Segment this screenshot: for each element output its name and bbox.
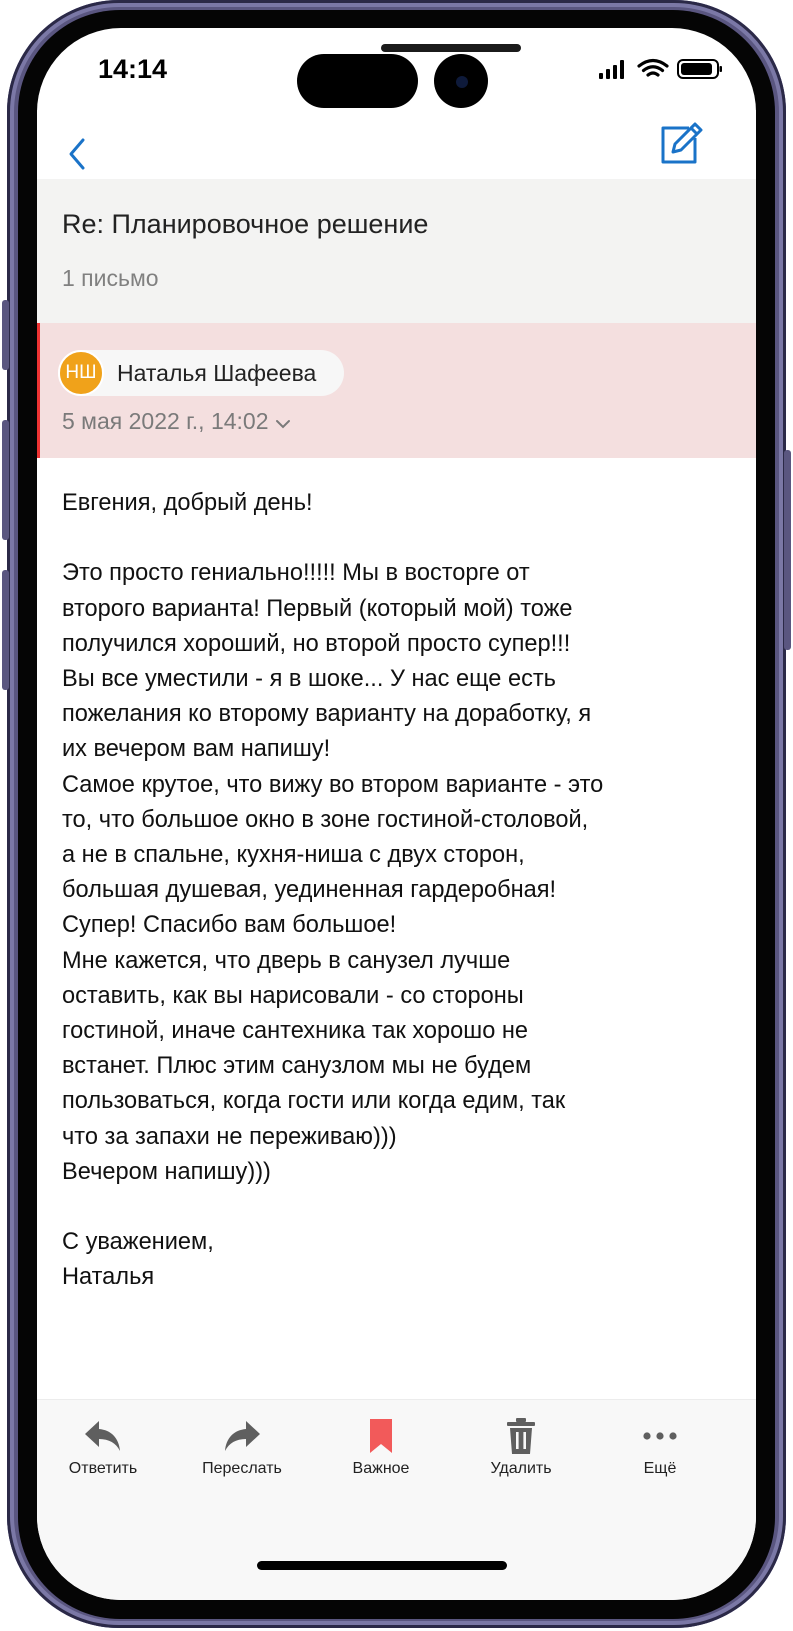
screen: 14:14 Re: Планировочное решение 1 письмо… (37, 28, 756, 1600)
compose-icon[interactable] (655, 120, 703, 168)
back-chevron-icon[interactable] (61, 132, 95, 176)
message-date[interactable]: 5 мая 2022 г., 14:02 (62, 408, 291, 435)
avatar: НШ (58, 350, 104, 396)
important-marker (37, 323, 40, 458)
forward-label: Переслать (202, 1460, 282, 1477)
wifi-icon (637, 58, 669, 77)
volume-down-button (2, 570, 9, 690)
important-label: Важное (352, 1460, 410, 1477)
message-greeting: Евгения, добрый день! (62, 490, 313, 516)
important-button[interactable]: Важное (311, 1416, 451, 1478)
signal-icon (599, 60, 624, 79)
delete-button[interactable]: Удалить (451, 1416, 591, 1478)
bottom-safe-area (37, 1509, 756, 1600)
message-spacer (62, 521, 742, 556)
more-label: Ещё (643, 1460, 677, 1477)
message-toolbar: Ответить Переслать Важное Удалить Ещё (37, 1399, 756, 1510)
power-button (784, 450, 791, 650)
dynamic-island (297, 54, 418, 108)
thread-subject: Re: Планировочное решение (62, 209, 429, 239)
chevron-down-icon (275, 420, 290, 429)
forward-icon (225, 1421, 260, 1451)
camera-lens (456, 76, 468, 88)
delete-label: Удалить (490, 1460, 552, 1477)
sender-name: Наталья Шафеева (117, 359, 317, 386)
thread-header: Re: Планировочное решение 1 письмо (37, 179, 756, 323)
speaker (381, 44, 521, 52)
status-time: 14:14 (98, 54, 168, 84)
message-signature: С уважением, Наталья (62, 1229, 214, 1291)
message-spacer (62, 1190, 742, 1225)
bookmark-icon (370, 1419, 392, 1453)
message-date-text: 5 мая 2022 г., 14:02 (62, 408, 269, 434)
forward-button[interactable]: Переслать (172, 1416, 312, 1478)
trash-icon (507, 1418, 535, 1454)
reply-label: Ответить (68, 1460, 138, 1477)
more-button[interactable]: Ещё (590, 1416, 730, 1478)
more-dots-icon (643, 1432, 677, 1440)
message-count: 1 письмо (62, 265, 159, 291)
message-text: Это просто гениально!!!!! Мы в восторге … (62, 560, 604, 1185)
reply-icon (85, 1421, 120, 1451)
reply-button[interactable]: Ответить (37, 1416, 173, 1478)
status-icons (599, 58, 722, 79)
battery-icon (677, 59, 722, 79)
home-indicator (257, 1561, 507, 1570)
silent-switch (2, 300, 9, 370)
volume-up-button (2, 420, 9, 540)
message-body: Евгения, добрый день! Это просто гениаль… (62, 486, 742, 1296)
sender-chip[interactable]: НШ Наталья Шафеева (58, 350, 345, 396)
sender-header: НШ Наталья Шафеева 5 мая 2022 г., 14:02 (37, 323, 756, 458)
